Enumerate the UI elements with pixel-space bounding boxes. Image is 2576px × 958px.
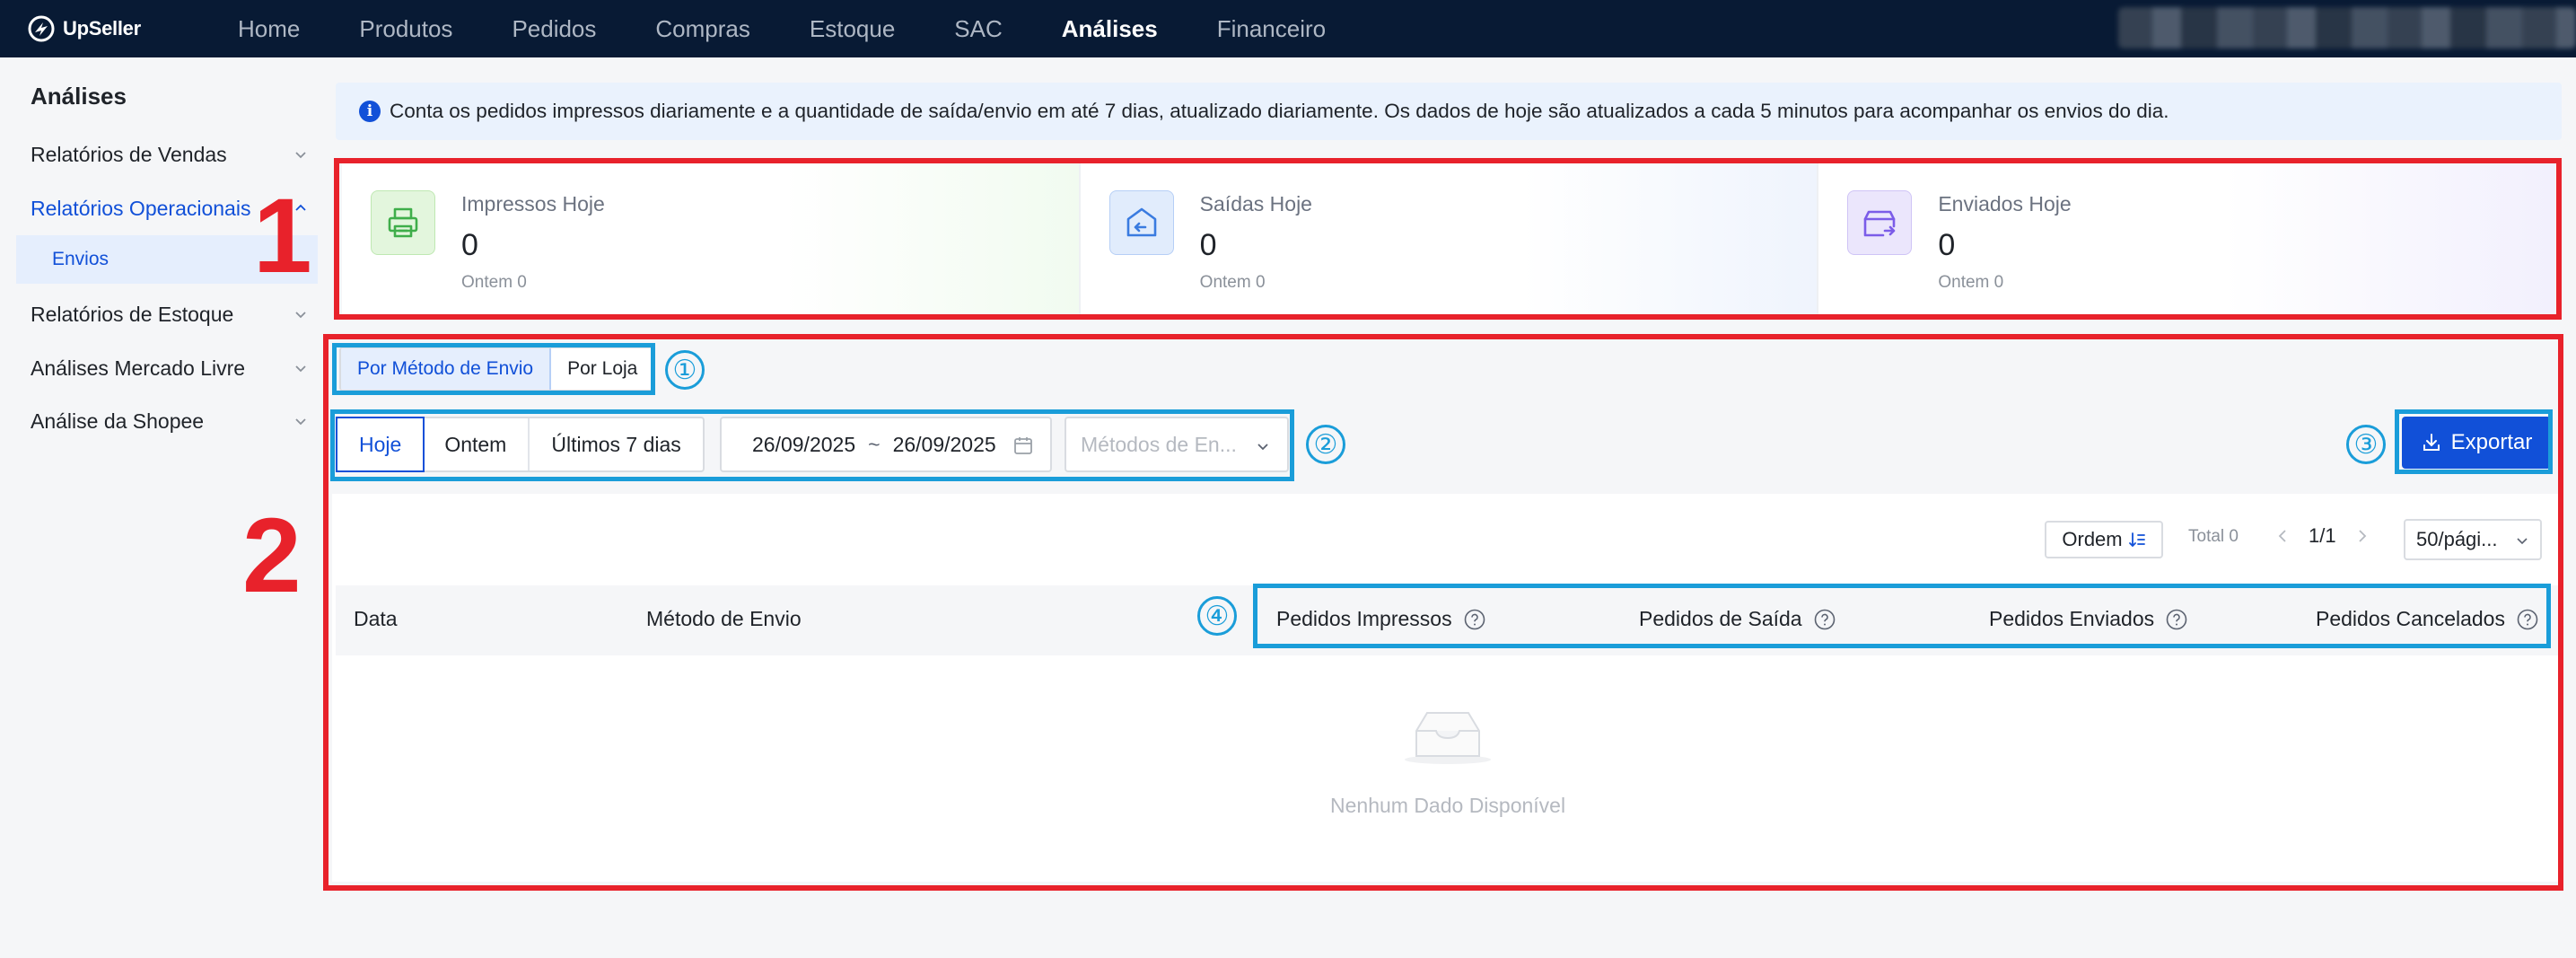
info-banner-text: Conta os pedidos impressos diariamente e… bbox=[390, 100, 2169, 122]
info-icon: i bbox=[359, 101, 381, 122]
sidebar-item-analise-shopee[interactable]: Análise da Shopee bbox=[31, 403, 309, 439]
nav-item-compras[interactable]: Compras bbox=[655, 15, 749, 43]
nav-item-pedidos[interactable]: Pedidos bbox=[512, 15, 596, 43]
annotation-circled-3: ③ bbox=[2346, 425, 2386, 464]
annotation-box-1 bbox=[334, 158, 2562, 320]
nav-item-analises[interactable]: Análises bbox=[1062, 15, 1158, 43]
user-account-blurred[interactable] bbox=[2118, 7, 2576, 48]
brand-name: UpSeller bbox=[63, 17, 141, 40]
annotation-box-circled-3 bbox=[2395, 409, 2553, 474]
top-navbar: UpSeller Home Produtos Pedidos Compras E… bbox=[0, 0, 2576, 57]
chevron-down-icon bbox=[295, 418, 306, 426]
nav-item-home[interactable]: Home bbox=[238, 15, 300, 43]
upseller-logo-icon bbox=[28, 15, 55, 42]
nav-item-produtos[interactable]: Produtos bbox=[359, 15, 452, 43]
nav-item-sac[interactable]: SAC bbox=[954, 15, 1002, 43]
info-banner: i Conta os pedidos impressos diariamente… bbox=[336, 83, 2562, 140]
sidebar-item-label: Relatórios de Vendas bbox=[31, 142, 227, 166]
chevron-down-icon bbox=[295, 152, 306, 159]
annotation-number-1: 1 bbox=[253, 177, 312, 295]
nav-item-financeiro[interactable]: Financeiro bbox=[1217, 15, 1326, 43]
chevron-down-icon bbox=[295, 365, 306, 373]
brand-logo[interactable]: UpSeller bbox=[27, 14, 203, 43]
sidebar-title: Análises bbox=[31, 83, 127, 110]
annotation-number-2: 2 bbox=[242, 497, 302, 615]
annotation-box-circled-4 bbox=[1253, 584, 2551, 648]
annotation-box-circled-2 bbox=[330, 409, 1294, 481]
sidebar-item-label: Relatórios de Estoque bbox=[31, 302, 234, 326]
sidebar-item-label: Relatórios Operacionais bbox=[31, 196, 251, 220]
sidebar-item-relatorios-vendas[interactable]: Relatórios de Vendas bbox=[31, 136, 309, 172]
annotation-circled-4: ④ bbox=[1197, 596, 1237, 636]
sidebar-item-label: Análise da Shopee bbox=[31, 409, 205, 433]
sidebar-item-label: Análises Mercado Livre bbox=[31, 356, 246, 380]
annotation-circled-1: ① bbox=[665, 350, 705, 390]
sidebar-item-relatorios-estoque[interactable]: Relatórios de Estoque bbox=[31, 296, 309, 332]
annotation-circled-2: ② bbox=[1306, 425, 1345, 464]
nav-item-estoque[interactable]: Estoque bbox=[810, 15, 895, 43]
annotation-box-circled-1 bbox=[332, 343, 655, 395]
sidebar-item-analises-mercado-livre[interactable]: Análises Mercado Livre bbox=[31, 350, 309, 386]
main-nav: Home Produtos Pedidos Compras Estoque SA… bbox=[238, 15, 1385, 43]
chevron-down-icon bbox=[295, 312, 306, 319]
